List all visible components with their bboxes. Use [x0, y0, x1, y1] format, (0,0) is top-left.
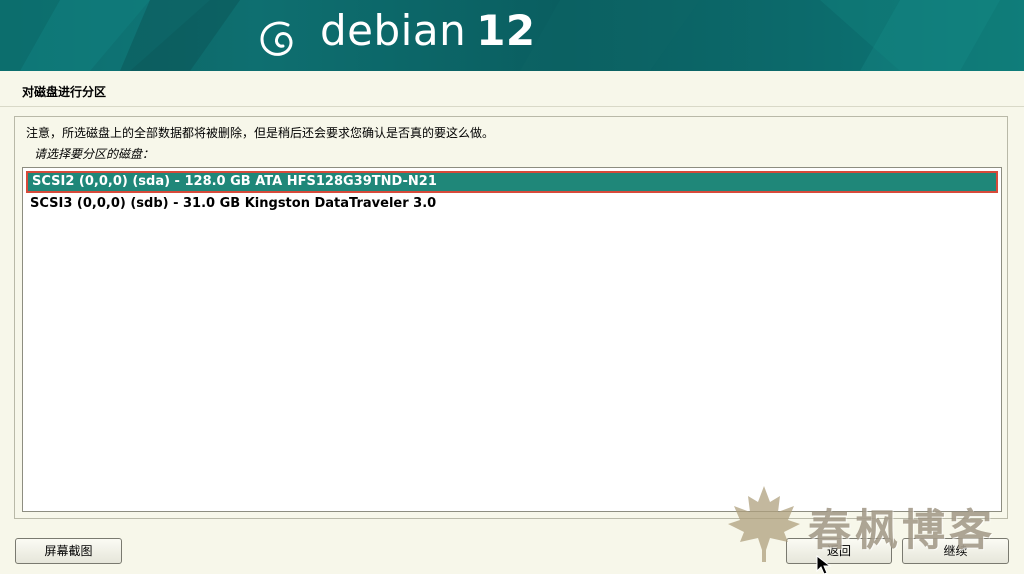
- debian-version: 12: [476, 6, 536, 55]
- debian-swirl-icon: [260, 21, 293, 56]
- continue-button[interactable]: 继续: [902, 538, 1009, 564]
- debian-banner: debian 12: [0, 0, 1024, 71]
- page-title: 对磁盘进行分区: [22, 85, 107, 99]
- disk-list[interactable]: SCSI2 (0,0,0) (sda) - 128.0 GB ATA HFS12…: [22, 167, 1002, 512]
- debian-logo-text: debian 12: [320, 6, 536, 55]
- debian-wordmark: debian: [320, 6, 467, 55]
- warning-text: 注意，所选磁盘上的全部数据都将被删除，但是稍后还会要求您确认是否真的要这么做。: [26, 126, 495, 140]
- mouse-cursor-icon: [816, 555, 832, 574]
- title-divider: [0, 106, 1024, 107]
- screenshot-button[interactable]: 屏幕截图: [15, 538, 122, 564]
- back-button[interactable]: 返回: [786, 538, 892, 564]
- disk-item-sdb[interactable]: SCSI3 (0,0,0) (sdb) - 31.0 GB Kingston D…: [26, 193, 998, 215]
- disk-item-sda[interactable]: SCSI2 (0,0,0) (sda) - 128.0 GB ATA HFS12…: [26, 171, 998, 193]
- disk-prompt: 请选择要分区的磁盘：: [34, 147, 155, 161]
